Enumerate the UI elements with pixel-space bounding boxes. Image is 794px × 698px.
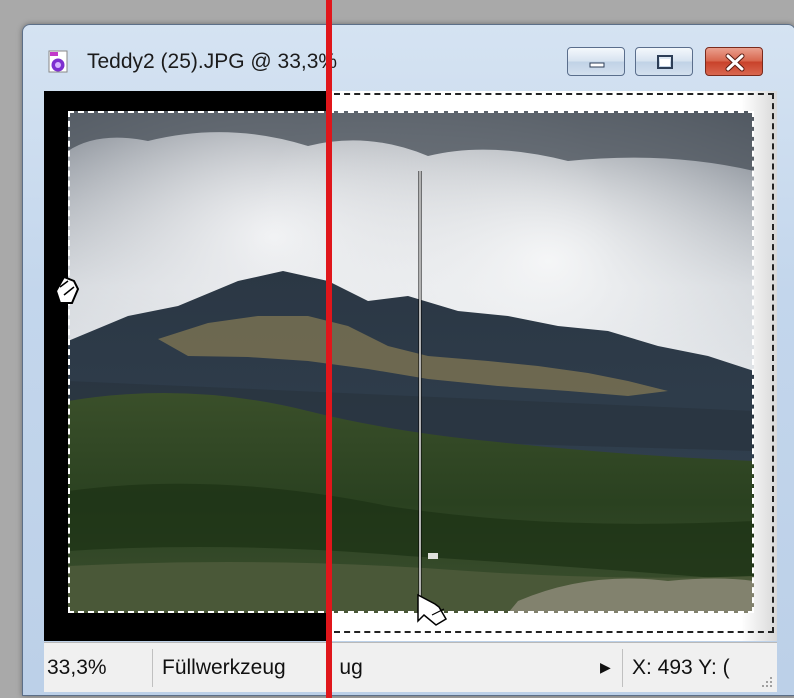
close-icon [725,53,745,72]
image-window[interactable]: Teddy2 (25).JPG @ 33,3% 33,3% Füllwerkze… [22,24,794,696]
resize-grip-icon[interactable] [761,676,773,688]
status-separator [152,649,153,687]
active-tool-name: Füllwerkzeug ug [162,643,622,692]
minimize-icon [589,62,605,68]
desktop: Teddy2 (25).JPG @ 33,3% 33,3% Füllwerkze… [0,0,794,698]
status-separator [622,649,623,687]
image-canvas[interactable] [44,91,777,641]
cursor-coordinates: X: 493 Y: ( [632,656,730,679]
window-title: Teddy2 (25).JPG @ 33,3% [87,50,338,73]
tool-label-overlap: ug [339,656,363,679]
title-bar[interactable]: Teddy2 (25).JPG @ 33,3% [23,25,794,91]
red-divider-line [326,0,332,698]
paint-shop-file-icon [47,50,71,74]
zoom-level: 33,3% [47,656,107,679]
tool-label: Füllwerkzeug [162,656,286,679]
landscape-photo[interactable] [68,111,754,613]
maximize-icon [657,55,673,69]
close-button[interactable] [705,47,763,76]
status-bar: 33,3% Füllwerkzeug ug ▶ X: 493 Y: ( [44,642,777,692]
play-right-icon[interactable]: ▶ [600,643,614,692]
maximize-button[interactable] [635,47,693,76]
minimize-button[interactable] [567,47,625,76]
